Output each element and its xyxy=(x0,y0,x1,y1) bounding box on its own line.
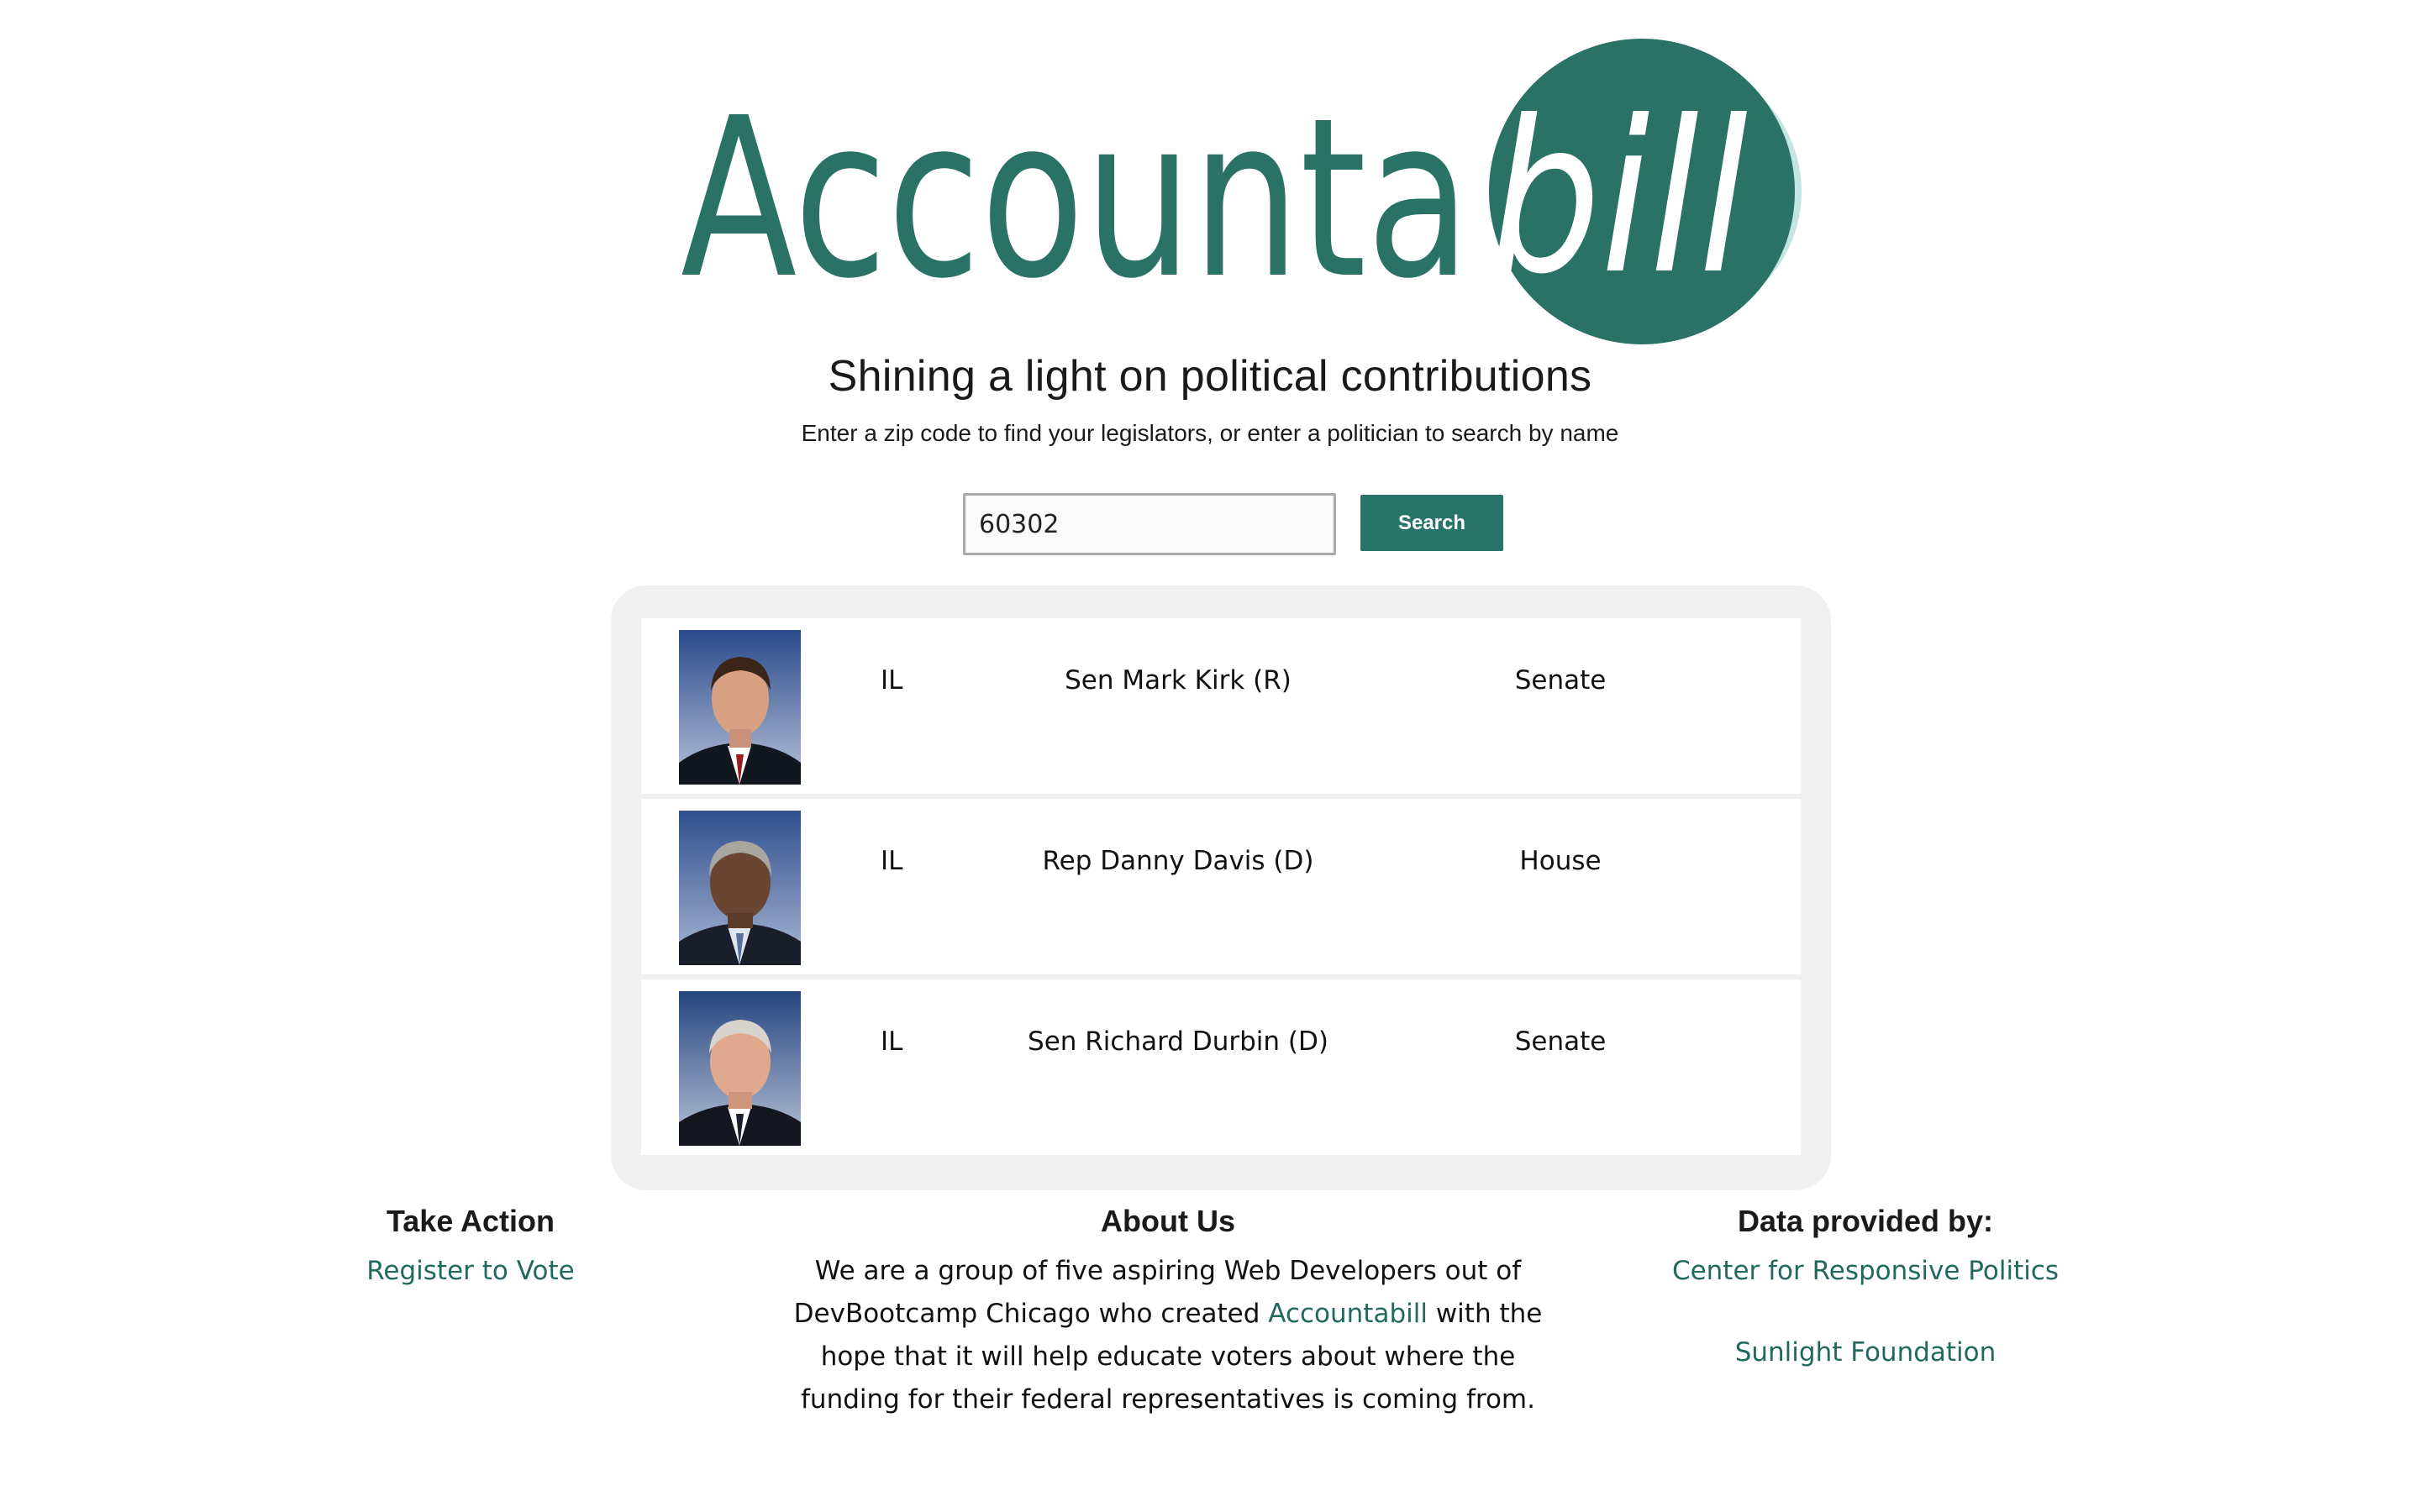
about-us-section: About Us We are a group of five aspiring… xyxy=(790,1194,1546,1421)
logo-text-circle: bill xyxy=(1489,76,1748,320)
legislator-photo xyxy=(679,811,801,965)
legislator-row[interactable]: IL Sen Mark Kirk (R) Senate xyxy=(641,618,1801,794)
search-instructions: Enter a zip code to find your legislator… xyxy=(801,420,1619,446)
portrait-image xyxy=(679,811,801,965)
legislator-photo xyxy=(679,991,801,1146)
legislator-chamber: Senate xyxy=(1514,665,1607,696)
portrait-image xyxy=(679,991,801,1146)
center-for-responsive-politics-link[interactable]: Center for Responsive Politics xyxy=(1647,1250,2084,1292)
search-button[interactable]: Search xyxy=(1360,495,1503,551)
legislator-photo xyxy=(679,630,801,785)
data-provided-heading: Data provided by: xyxy=(1737,1204,1994,1238)
results-panel: IL Sen Mark Kirk (R) Senate IL Rep Danny… xyxy=(611,585,1831,1190)
legislator-name[interactable]: Sen Richard Durbin (D) xyxy=(930,1026,1426,1057)
take-action-heading: Take Action xyxy=(386,1204,555,1238)
register-to-vote-link[interactable]: Register to Vote xyxy=(302,1250,639,1292)
accountabill-logo: Accounta bill xyxy=(681,39,1802,344)
about-us-text: We are a group of five aspiring Web Deve… xyxy=(790,1250,1546,1421)
legislator-state: IL xyxy=(881,1026,903,1057)
logo-text-main: Accounta xyxy=(681,71,1470,327)
data-provided-section: Data provided by: Center for Responsive … xyxy=(1647,1194,2084,1373)
legislator-state: IL xyxy=(881,665,903,696)
legislator-chamber: House xyxy=(1519,846,1602,876)
sunlight-foundation-link[interactable]: Sunlight Foundation xyxy=(1647,1331,2084,1373)
search-input[interactable] xyxy=(963,493,1336,555)
legislator-row[interactable]: IL Sen Richard Durbin (D) Senate xyxy=(641,979,1801,1155)
legislator-state: IL xyxy=(881,846,903,876)
portrait-image xyxy=(679,630,801,785)
tagline: Shining a light on political contributio… xyxy=(828,352,1592,401)
take-action-section: Take Action Register to Vote xyxy=(302,1194,639,1292)
accountabill-link[interactable]: Accountabill xyxy=(1268,1299,1428,1329)
about-us-heading: About Us xyxy=(1101,1204,1235,1238)
legislator-chamber: Senate xyxy=(1514,1026,1607,1057)
legislator-row[interactable]: IL Rep Danny Davis (D) House xyxy=(641,799,1801,974)
legislator-name[interactable]: Sen Mark Kirk (R) xyxy=(930,665,1426,696)
legislator-name[interactable]: Rep Danny Davis (D) xyxy=(930,846,1426,876)
